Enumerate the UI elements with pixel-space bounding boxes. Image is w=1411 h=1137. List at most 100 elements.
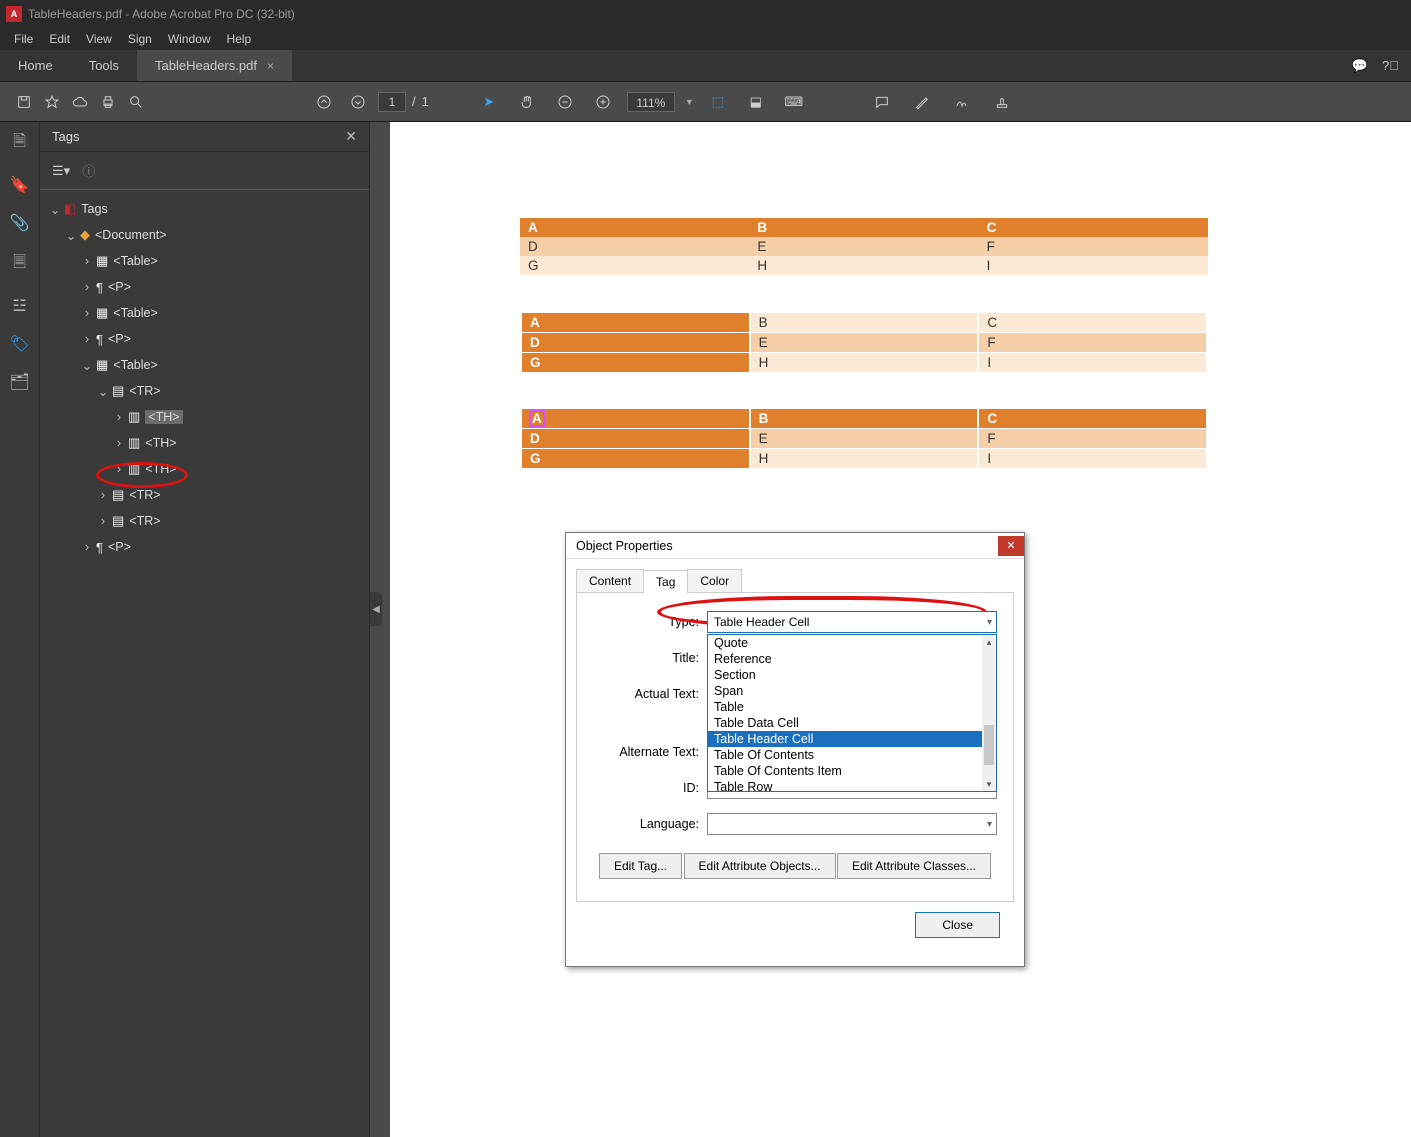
table-1: ABC DEF GHI [520, 218, 1208, 275]
dropdown-scrollbar[interactable]: ▴▾ [982, 635, 996, 791]
option-toc[interactable]: Table Of Contents [708, 747, 996, 763]
page-number-input[interactable] [378, 92, 406, 112]
option-table-header-cell[interactable]: Table Header Cell [708, 731, 996, 747]
read-mode-icon[interactable]: ⌨ [780, 88, 808, 116]
hand-tool-icon[interactable] [513, 88, 541, 116]
dialog-close-button[interactable]: ✕ [998, 536, 1024, 556]
panel-options-icon[interactable]: ☰▾ [52, 163, 70, 179]
order-icon[interactable]: ☳ [12, 296, 26, 316]
object-properties-dialog: Object Properties ✕ Content Tag Color Ty… [565, 532, 1025, 967]
tree-th-3[interactable]: ›▥<TH> [44, 456, 365, 482]
chevron-down-icon: ▾ [987, 617, 992, 628]
attachments-icon[interactable]: 📎 [10, 213, 30, 233]
option-table-row[interactable]: Table Row [708, 779, 996, 792]
menu-help[interactable]: Help [219, 32, 260, 46]
tab-home[interactable]: Home [0, 50, 71, 81]
window-title: TableHeaders.pdf - Adobe Acrobat Pro DC … [28, 7, 295, 21]
option-span[interactable]: Span [708, 683, 996, 699]
help-icon[interactable]: ?⃝ [1382, 58, 1399, 73]
app-icon: A [6, 6, 22, 22]
tree-document[interactable]: ⌄◆<Document> [44, 222, 365, 248]
label-id: ID: [593, 781, 699, 795]
tags-tree: ⌄◧Tags ⌄◆<Document> ›▦<Table> ›¶<P> ›▦<T… [40, 190, 369, 566]
page-up-icon[interactable] [310, 88, 338, 116]
star-icon[interactable] [38, 88, 66, 116]
tree-p-3[interactable]: ›¶<P> [44, 534, 365, 560]
stamp-icon[interactable] [988, 88, 1016, 116]
tree-tr-3[interactable]: ›▤<TR> [44, 508, 365, 534]
tree-p-1[interactable]: ›¶<P> [44, 274, 365, 300]
menu-bar: File Edit View Sign Window Help [0, 28, 1411, 50]
tree-th-1[interactable]: ›▥<TH> [44, 404, 365, 430]
menu-window[interactable]: Window [160, 32, 219, 46]
title-bar: A TableHeaders.pdf - Adobe Acrobat Pro D… [0, 0, 1411, 28]
chevron-down-icon: ▾ [987, 819, 992, 830]
tree-tr-2[interactable]: ›▤<TR> [44, 482, 365, 508]
cloud-icon[interactable] [66, 88, 94, 116]
tree-root[interactable]: ⌄◧Tags [44, 196, 365, 222]
select-tool-icon[interactable]: ➤ [475, 88, 503, 116]
sign-icon[interactable] [948, 88, 976, 116]
tab-color[interactable]: Color [687, 569, 742, 592]
option-section[interactable]: Section [708, 667, 996, 683]
page-down-icon[interactable] [344, 88, 372, 116]
tab-document[interactable]: TableHeaders.pdf × [137, 50, 292, 81]
menu-edit[interactable]: Edit [41, 32, 78, 46]
toolbar: / 1 ➤ 111% ▼ ⬚ ⬓ ⌨ [0, 82, 1411, 122]
tab-content[interactable]: Content [576, 569, 644, 592]
tags-icon[interactable]: 🏷 [9, 334, 29, 354]
highlight-icon[interactable] [908, 88, 936, 116]
edit-attr-classes-button[interactable]: Edit Attribute Classes... [837, 853, 991, 879]
document-viewport[interactable]: ◀ ABC DEF GHI ABC DEF GHI ABC DEF GHI [370, 122, 1411, 1137]
option-table[interactable]: Table [708, 699, 996, 715]
zoom-value[interactable]: 111% [627, 92, 675, 112]
bookmarks-icon[interactable]: 🔖 [10, 175, 30, 195]
edit-attr-objects-button[interactable]: Edit Attribute Objects... [684, 853, 836, 879]
option-reference[interactable]: Reference [708, 651, 996, 667]
label-alt-text: Alternate Text: [593, 745, 699, 759]
left-rail: 🗎 🔖 📎 🗏 ☳ 🏷 🗂 [0, 122, 40, 1137]
fit-page-icon[interactable]: ⬓ [742, 88, 770, 116]
dialog-tabs: Content Tag Color [576, 569, 1014, 593]
edit-tag-button[interactable]: Edit Tag... [599, 853, 682, 879]
label-language: Language: [593, 817, 699, 831]
tree-table-1[interactable]: ›▦<Table> [44, 248, 365, 274]
zoom-in-icon[interactable] [589, 88, 617, 116]
language-combobox[interactable]: ▾ [707, 813, 997, 835]
content-icon[interactable]: 🗏 [13, 251, 26, 278]
save-icon[interactable] [10, 88, 38, 116]
tab-tag[interactable]: Tag [643, 570, 688, 593]
option-table-data-cell[interactable]: Table Data Cell [708, 715, 996, 731]
panel-title: Tags [52, 129, 79, 144]
tree-p-2[interactable]: ›¶<P> [44, 326, 365, 352]
menu-sign[interactable]: Sign [120, 32, 160, 46]
tree-tr-1[interactable]: ⌄▤<TR> [44, 378, 365, 404]
zoom-dropdown-icon[interactable]: ▼ [685, 97, 694, 107]
tree-th-2[interactable]: ›▥<TH> [44, 430, 365, 456]
type-combobox[interactable]: Table Header Cell ▾ [707, 611, 997, 633]
panel-close-icon[interactable]: ✕ [345, 128, 357, 145]
table-3: ABC DEF GHI [520, 408, 1208, 469]
fit-width-icon[interactable]: ⬚ [704, 88, 732, 116]
zoom-out-icon[interactable] [551, 88, 579, 116]
close-button[interactable]: Close [915, 912, 1000, 938]
print-icon[interactable] [94, 88, 122, 116]
option-quote[interactable]: Quote [708, 635, 996, 651]
type-dropdown-list: Quote Reference Section Span Table Table… [707, 634, 997, 792]
comment-icon[interactable] [868, 88, 896, 116]
close-icon[interactable]: × [267, 59, 274, 73]
search-icon[interactable] [122, 88, 150, 116]
thumbnails-icon[interactable]: 🗎 [13, 130, 26, 157]
option-toc-item[interactable]: Table Of Contents Item [708, 763, 996, 779]
tree-table-3[interactable]: ⌄▦<Table> [44, 352, 365, 378]
tree-table-2[interactable]: ›▦<Table> [44, 300, 365, 326]
menu-file[interactable]: File [6, 32, 41, 46]
panel-info-icon[interactable]: ⓘ [82, 161, 95, 180]
label-actual-text: Actual Text: [593, 687, 699, 701]
menu-view[interactable]: View [78, 32, 120, 46]
layers-icon[interactable]: 🗂 [9, 372, 29, 392]
chat-icon[interactable]: 💬 [1352, 58, 1368, 74]
tab-tools[interactable]: Tools [71, 50, 137, 81]
panel-collapse-handle[interactable]: ◀ [370, 592, 382, 626]
label-title: Title: [593, 651, 699, 665]
